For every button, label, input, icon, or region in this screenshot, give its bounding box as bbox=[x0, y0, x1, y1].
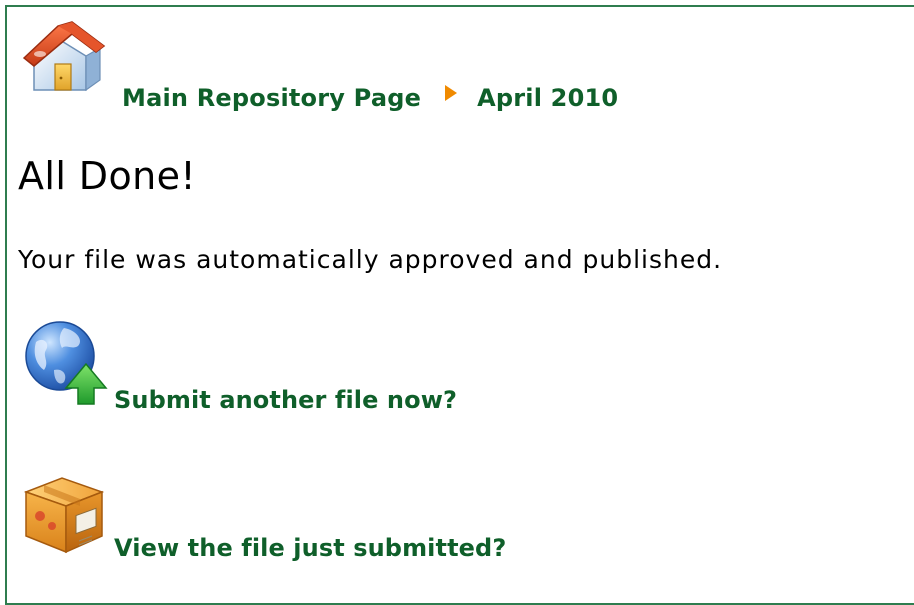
page-title: All Done! bbox=[18, 154, 196, 198]
home-icon[interactable] bbox=[20, 18, 106, 98]
breadcrumb-april-2010-link[interactable]: April 2010 bbox=[477, 84, 618, 112]
globe-upload-icon[interactable] bbox=[20, 318, 112, 410]
submit-another-action[interactable]: Submit another file now? bbox=[20, 318, 457, 414]
submit-another-link[interactable]: Submit another file now? bbox=[114, 386, 457, 414]
view-submitted-link[interactable]: View the file just submitted? bbox=[114, 534, 506, 562]
view-submitted-action[interactable]: View the file just submitted? bbox=[20, 466, 506, 562]
status-message: Your file was automatically approved and… bbox=[18, 245, 723, 274]
package-box-icon[interactable] bbox=[20, 466, 112, 558]
breadcrumb-arrow-icon bbox=[445, 85, 458, 101]
breadcrumb-main-repository-link[interactable]: Main Repository Page bbox=[122, 84, 421, 112]
breadcrumb: Main Repository Page April 2010 bbox=[122, 83, 618, 113]
